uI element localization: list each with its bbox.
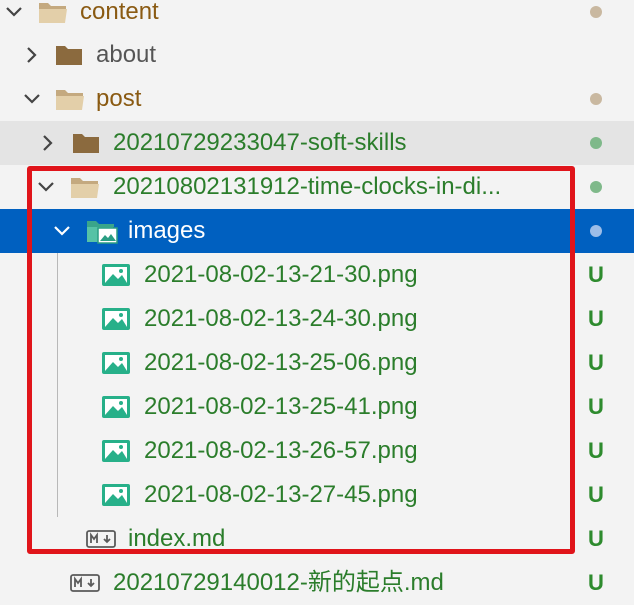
- git-status-untracked: U: [588, 438, 604, 463]
- folder-label: 20210802131912-time-clocks-in-di...: [113, 173, 502, 200]
- folder-icon: [72, 121, 100, 165]
- tree-row-about[interactable]: about: [0, 33, 634, 77]
- markdown-file-icon: [86, 517, 116, 561]
- folder-open-icon: [38, 0, 68, 34]
- git-status-untracked: U: [588, 306, 604, 331]
- markdown-file-icon: [70, 561, 100, 605]
- image-file-icon: [102, 385, 130, 429]
- file-label: 2021-08-02-13-27-45.png: [144, 481, 418, 508]
- chevron-right-icon[interactable]: [36, 121, 60, 165]
- file-label: 2021-08-02-13-25-06.png: [144, 349, 418, 376]
- git-status-untracked: U: [588, 262, 604, 287]
- folder-open-icon: [70, 165, 100, 209]
- tree-row-post[interactable]: post: [0, 77, 634, 121]
- file-label: 2021-08-02-13-24-30.png: [144, 305, 418, 332]
- file-label: 2021-08-02-13-26-57.png: [144, 437, 418, 464]
- folder-label: content: [80, 0, 159, 25]
- tree-row-content[interactable]: content: [0, 0, 634, 34]
- tree-row-time-clocks[interactable]: 20210802131912-time-clocks-in-di...: [0, 165, 634, 209]
- file-label: 2021-08-02-13-21-30.png: [144, 261, 418, 288]
- git-status-untracked: U: [588, 526, 604, 551]
- file-label: index.md: [128, 525, 226, 552]
- tree-row-file[interactable]: 2021-08-02-13-25-06.png U: [0, 341, 634, 385]
- tree-row-file[interactable]: 2021-08-02-13-24-30.png U: [0, 297, 634, 341]
- image-file-icon: [102, 429, 130, 473]
- image-file-icon: [102, 253, 130, 297]
- file-label: 20210729140012-新的起点.md: [113, 569, 444, 596]
- folder-open-icon: [55, 77, 85, 121]
- tree-row-file[interactable]: 2021-08-02-13-26-57.png U: [0, 429, 634, 473]
- file-label: 2021-08-02-13-25-41.png: [144, 393, 418, 420]
- status-dot: [586, 165, 606, 209]
- folder-icon: [55, 33, 83, 77]
- git-status-untracked: U: [588, 350, 604, 375]
- chevron-down-icon[interactable]: [20, 77, 44, 121]
- folder-label: images: [128, 217, 206, 244]
- chevron-down-icon[interactable]: [2, 0, 26, 34]
- git-status-untracked: U: [588, 482, 604, 507]
- folder-label: about: [96, 41, 157, 68]
- tree-row-file[interactable]: 2021-08-02-13-27-45.png U: [0, 473, 634, 517]
- chevron-down-icon[interactable]: [34, 165, 58, 209]
- tree-row-file[interactable]: 2021-08-02-13-25-41.png U: [0, 385, 634, 429]
- status-dot: [586, 0, 606, 34]
- status-dot: [586, 77, 606, 121]
- tree-row-images[interactable]: images: [0, 209, 634, 253]
- chevron-down-icon[interactable]: [50, 209, 74, 253]
- image-folder-icon: [86, 209, 118, 253]
- tree-row-soft-skills[interactable]: 20210729233047-soft-skills: [0, 121, 634, 165]
- image-file-icon: [102, 297, 130, 341]
- file-explorer-tree: content about post 20210729233047-soft-s…: [0, 0, 634, 602]
- tree-row-file[interactable]: 2021-08-02-13-21-30.png U: [0, 253, 634, 297]
- chevron-right-icon[interactable]: [20, 33, 44, 77]
- folder-label: 20210729233047-soft-skills: [113, 129, 407, 156]
- git-status-untracked: U: [588, 394, 604, 419]
- image-file-icon: [102, 473, 130, 517]
- status-dot: [586, 121, 606, 165]
- folder-label: post: [96, 85, 142, 112]
- status-dot: [586, 209, 606, 253]
- tree-row-new-start-md[interactable]: 20210729140012-新的起点.md U: [0, 561, 634, 605]
- image-file-icon: [102, 341, 130, 385]
- git-status-untracked: U: [588, 570, 604, 595]
- tree-row-index-md[interactable]: index.md U: [0, 517, 634, 561]
